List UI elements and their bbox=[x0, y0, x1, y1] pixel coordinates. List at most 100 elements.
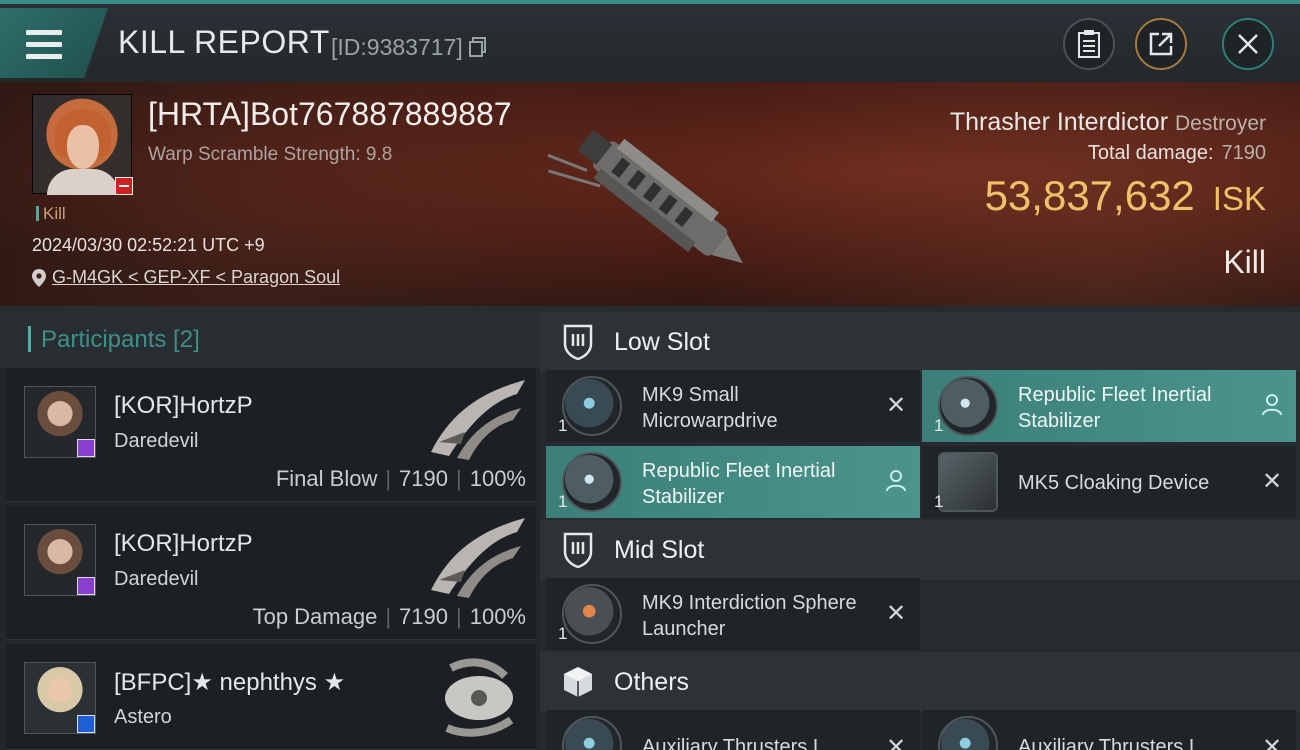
participant-name: [KOR]HortzP bbox=[114, 530, 253, 557]
module-name: Auxiliary Thrusters I bbox=[1018, 736, 1195, 750]
low-slot-header: Low Slot bbox=[540, 312, 1300, 372]
module-qty: 1 bbox=[558, 492, 568, 511]
participant-role: Top Damage bbox=[252, 604, 378, 629]
participant-name: [BFPC]★ nephthys ★ bbox=[114, 669, 346, 696]
role-badge bbox=[77, 577, 95, 595]
close-button[interactable] bbox=[1222, 18, 1274, 70]
ship-image bbox=[431, 518, 525, 598]
participant-row[interactable]: [BFPC]★ nephthys ★ Astero bbox=[6, 644, 536, 750]
copy-icon[interactable] bbox=[469, 37, 487, 57]
close-icon[interactable]: ✕ bbox=[884, 736, 908, 750]
close-icon bbox=[1238, 34, 1258, 54]
low-slot-icon bbox=[558, 322, 598, 362]
role-badge bbox=[77, 715, 95, 733]
participant-ship: Astero bbox=[114, 706, 172, 728]
victim-name[interactable]: [HRTA]Bot767887889887 bbox=[148, 96, 512, 133]
kill-tag: Kill bbox=[36, 204, 66, 224]
close-icon[interactable]: ✕ bbox=[1260, 736, 1284, 750]
avatar[interactable] bbox=[24, 662, 96, 734]
title-bar: KILL REPORT [ID:9383717] bbox=[0, 0, 1300, 82]
participant-ship: Daredevil bbox=[114, 430, 199, 452]
close-icon[interactable]: ✕ bbox=[884, 602, 908, 626]
module-qty: 1 bbox=[558, 416, 568, 435]
module-name: Auxiliary Thrusters I bbox=[642, 736, 819, 750]
role-badge bbox=[77, 439, 95, 457]
module-item[interactable]: 1 Republic Fleet Inertial Stabilizer bbox=[546, 446, 920, 518]
participants-header: Participants [2] bbox=[0, 306, 540, 368]
participant-percent: 100% bbox=[469, 466, 526, 491]
ship-name: Thrasher Interdictor bbox=[949, 108, 1169, 136]
total-damage: Total damage: 7190 bbox=[1088, 142, 1266, 165]
participant-name: [KOR]HortzP bbox=[114, 392, 253, 419]
warp-strength: Warp Scramble Strength: 9.8 bbox=[148, 144, 393, 165]
share-button[interactable] bbox=[1135, 18, 1187, 70]
page-title: KILL REPORT bbox=[118, 24, 330, 60]
participant-damage: 7190 bbox=[399, 604, 448, 629]
participants-panel[interactable]: Participants [2] [KOR]HortzP Daredevil F… bbox=[0, 306, 540, 750]
kill-timestamp: 2024/03/30 02:52:21 UTC +9 bbox=[32, 235, 265, 255]
standing-badge bbox=[115, 177, 133, 195]
mid-slot-label: Mid Slot bbox=[614, 535, 705, 564]
close-icon[interactable]: ✕ bbox=[1260, 470, 1284, 494]
hamburger-icon bbox=[26, 30, 62, 59]
others-header: Others bbox=[540, 652, 1300, 712]
kill-id: [ID:9383717] bbox=[331, 34, 487, 61]
module-item[interactable]: 1 MK5 Cloaking Device ✕ bbox=[922, 446, 1296, 518]
module-icon bbox=[938, 716, 998, 750]
isk-amount: 53,837,632 bbox=[984, 172, 1195, 219]
ship-image bbox=[431, 380, 525, 460]
module-icon bbox=[938, 452, 998, 512]
participant-stats: Final Blow | 7190 | 100% bbox=[275, 466, 526, 491]
close-icon[interactable]: ✕ bbox=[884, 394, 908, 418]
victim-banner: [HRTA]Bot767887889887 Warp Scramble Stre… bbox=[0, 82, 1300, 306]
module-item[interactable]: 1 MK9 Small Microwarpdrive ✕ bbox=[546, 370, 920, 442]
fitting-panel[interactable]: Low Slot 1 MK9 Small Microwarpdrive ✕ 1 … bbox=[540, 306, 1300, 750]
module-name: MK9 Interdiction Sphere Launcher bbox=[642, 592, 857, 640]
module-name: Republic Fleet Inertial Stabilizer bbox=[1018, 384, 1212, 432]
module-icon bbox=[562, 716, 622, 750]
location-link[interactable]: G-M4GK < GEP-XF < Paragon Soul bbox=[32, 267, 340, 288]
others-label: Others bbox=[614, 667, 690, 696]
module-icon bbox=[562, 376, 622, 436]
participant-damage: 7190 bbox=[399, 466, 448, 491]
report-button[interactable] bbox=[1063, 18, 1115, 70]
avatar[interactable] bbox=[24, 524, 96, 596]
module-qty: 1 bbox=[558, 624, 568, 643]
participant-row[interactable]: [KOR]HortzP Daredevil Final Blow | 7190 | 10… bbox=[6, 368, 536, 502]
cube-icon bbox=[558, 662, 598, 702]
user-icon[interactable] bbox=[1260, 394, 1284, 418]
location-text[interactable]: G-M4GK < GEP-XF < Paragon Soul bbox=[52, 267, 340, 288]
module-qty: 1 bbox=[934, 416, 944, 435]
total-damage-label: Total damage: bbox=[1087, 142, 1214, 164]
participant-role: Final Blow bbox=[275, 466, 378, 491]
menu-button[interactable] bbox=[0, 8, 108, 78]
module-item[interactable]: Auxiliary Thrusters I ✕ bbox=[546, 710, 920, 750]
ship-image bbox=[445, 658, 514, 737]
ship-class: Destroyer bbox=[1174, 112, 1266, 135]
module-item[interactable]: 1 MK9 Interdiction Sphere Launcher ✕ bbox=[546, 578, 920, 650]
module-icon bbox=[938, 376, 998, 436]
module-item[interactable]: Auxiliary Thrusters I ✕ bbox=[922, 710, 1296, 750]
participant-percent: 100% bbox=[469, 604, 526, 629]
isk-unit: ISK bbox=[1212, 180, 1266, 217]
result-label: Kill bbox=[1223, 244, 1266, 280]
module-icon bbox=[562, 452, 622, 512]
module-icon bbox=[562, 584, 622, 644]
user-icon[interactable] bbox=[884, 470, 908, 494]
kill-id-text: [ID:9383717] bbox=[331, 34, 463, 60]
low-slot-label: Low Slot bbox=[614, 327, 710, 356]
module-qty: 1 bbox=[934, 492, 944, 511]
participant-row[interactable]: [KOR]HortzP Daredevil Top Damage | 7190 | 10… bbox=[6, 506, 536, 640]
module-item[interactable]: 1 Republic Fleet Inertial Stabilizer bbox=[922, 370, 1296, 442]
module-name: Republic Fleet Inertial Stabilizer bbox=[642, 460, 836, 508]
victim-ship-type: Thrasher Interdictor Destroyer bbox=[950, 108, 1266, 137]
victim-ship-image bbox=[547, 129, 743, 264]
total-damage-value: 7190 bbox=[1221, 142, 1267, 164]
module-name: MK9 Small Microwarpdrive bbox=[642, 384, 778, 432]
participant-stats: Top Damage | 7190 | 100% bbox=[252, 604, 526, 629]
isk-value: 53,837,632 ISK bbox=[985, 172, 1266, 220]
mid-slot-header: Mid Slot bbox=[540, 520, 1300, 580]
avatar[interactable] bbox=[24, 386, 96, 458]
participant-ship: Daredevil bbox=[114, 568, 199, 590]
module-name: MK5 Cloaking Device bbox=[1018, 472, 1210, 494]
